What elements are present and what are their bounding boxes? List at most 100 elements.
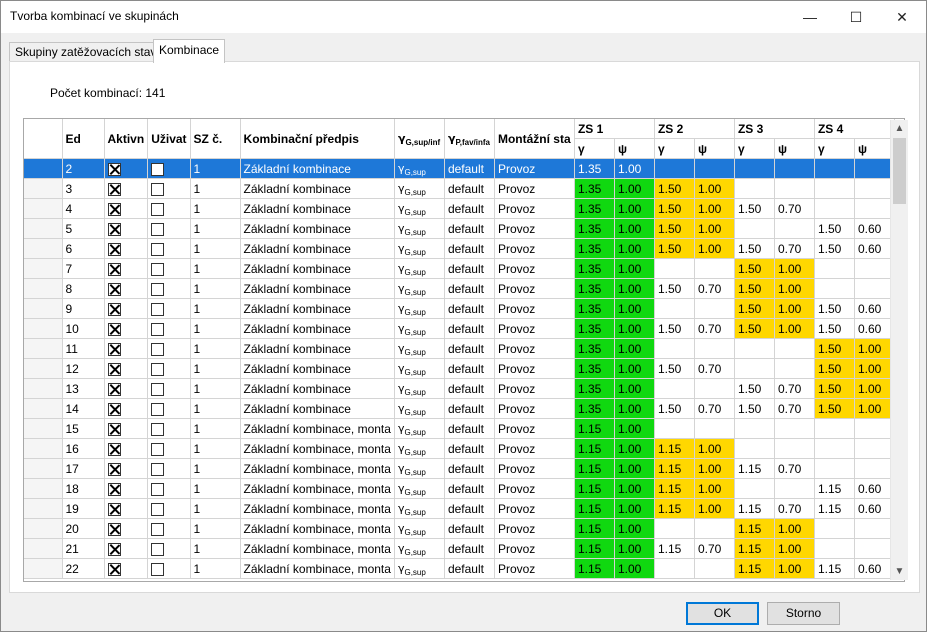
cell-zs2-psi[interactable] xyxy=(694,258,735,279)
cell-zs3-psi[interactable]: 0.70 xyxy=(774,498,815,519)
cell-zs1-psi[interactable]: 1.00 xyxy=(614,238,655,259)
cell-zs2-gamma[interactable]: 1.50 xyxy=(654,358,695,379)
cell-zs2-gamma[interactable] xyxy=(654,258,695,279)
cell-zs1-psi[interactable]: 1.00 xyxy=(614,258,655,279)
cell-zs4-gamma[interactable]: 1.50 xyxy=(814,358,855,379)
row-header[interactable] xyxy=(24,258,63,279)
cell-zs3-psi[interactable]: 0.70 xyxy=(774,458,815,479)
active-checkbox[interactable] xyxy=(107,562,121,576)
col-gamma[interactable]: γ xyxy=(734,138,775,159)
cell-zs3-psi[interactable] xyxy=(774,338,815,359)
cell-active[interactable] xyxy=(104,458,149,479)
active-checkbox[interactable] xyxy=(107,422,121,436)
cell-zs4-psi[interactable] xyxy=(854,158,895,179)
cell-zs3-psi[interactable]: 1.00 xyxy=(774,558,815,579)
col-gamma-p[interactable]: γP,fav/infa xyxy=(444,119,495,159)
row-header[interactable] xyxy=(24,338,63,359)
cell-user[interactable] xyxy=(147,178,191,199)
cell-zs3-psi[interactable]: 1.00 xyxy=(774,518,815,539)
cell-active[interactable] xyxy=(104,358,149,379)
cell-zs2-psi[interactable]: 1.00 xyxy=(694,198,735,219)
user-checkbox[interactable] xyxy=(151,402,165,416)
cell-zs1-gamma[interactable]: 1.15 xyxy=(574,558,615,579)
col-rule[interactable]: Kombinační předpis xyxy=(240,119,395,159)
table-row[interactable]: 5 1 Základní kombinace γG,sup default Provoz 1… xyxy=(24,218,895,239)
cell-active[interactable] xyxy=(104,478,149,499)
cell-zs4-psi[interactable]: 1.00 xyxy=(854,338,895,359)
combinations-grid[interactable]: Ed Aktivn Uživat SZ č. Kombinační předpi… xyxy=(23,118,905,582)
table-row[interactable]: 2 1 Základní kombinace γG,sup default Provoz 1… xyxy=(24,158,895,179)
cell-zs4-psi[interactable]: 1.00 xyxy=(854,358,895,379)
cell-zs4-psi[interactable]: 0.60 xyxy=(854,498,895,519)
cell-zs4-gamma[interactable] xyxy=(814,538,855,559)
cell-active[interactable] xyxy=(104,238,149,259)
cell-zs3-gamma[interactable] xyxy=(734,358,775,379)
cell-zs3-gamma[interactable] xyxy=(734,478,775,499)
table-row[interactable]: 16 1 Základní kombinace, monta γG,sup defaul… xyxy=(24,438,895,459)
table-row[interactable]: 12 1 Základní kombinace γG,sup default Provoz… xyxy=(24,358,895,379)
active-checkbox[interactable] xyxy=(107,182,121,196)
cell-zs3-psi[interactable] xyxy=(774,478,815,499)
col-mont[interactable]: Montážní sta xyxy=(494,119,575,159)
cell-zs1-psi[interactable]: 1.00 xyxy=(614,378,655,399)
row-header[interactable] xyxy=(24,198,63,219)
col-group-zs2[interactable]: ZS 2 xyxy=(654,119,735,139)
cell-zs3-gamma[interactable]: 1.50 xyxy=(734,278,775,299)
cell-zs3-gamma[interactable]: 1.15 xyxy=(734,498,775,519)
cell-zs4-gamma[interactable] xyxy=(814,278,855,299)
active-checkbox[interactable] xyxy=(107,402,121,416)
chevron-down-icon[interactable]: ▼ xyxy=(891,563,908,580)
row-header[interactable] xyxy=(24,178,63,199)
cell-active[interactable] xyxy=(104,198,149,219)
cell-zs1-gamma[interactable]: 1.35 xyxy=(574,198,615,219)
cell-zs4-psi[interactable] xyxy=(854,438,895,459)
cell-zs3-psi[interactable]: 0.70 xyxy=(774,398,815,419)
cell-active[interactable] xyxy=(104,258,149,279)
close-icon[interactable]: ✕ xyxy=(879,1,925,33)
row-header[interactable] xyxy=(24,358,63,379)
cell-zs1-psi[interactable]: 1.00 xyxy=(614,418,655,439)
cell-zs2-gamma[interactable] xyxy=(654,298,695,319)
row-header[interactable] xyxy=(24,238,63,259)
cell-user[interactable] xyxy=(147,498,191,519)
cell-zs3-gamma[interactable]: 1.15 xyxy=(734,558,775,579)
tab-combinations[interactable]: Kombinace xyxy=(153,39,226,63)
active-checkbox[interactable] xyxy=(107,282,121,296)
active-checkbox[interactable] xyxy=(107,462,121,476)
row-header[interactable] xyxy=(24,538,63,559)
user-checkbox[interactable] xyxy=(151,382,165,396)
cell-zs4-gamma[interactable]: 1.50 xyxy=(814,218,855,239)
cell-zs3-psi[interactable]: 1.00 xyxy=(774,258,815,279)
cell-user[interactable] xyxy=(147,158,191,179)
cell-zs2-gamma[interactable] xyxy=(654,338,695,359)
cell-zs2-psi[interactable]: 0.70 xyxy=(694,398,735,419)
cell-zs1-gamma[interactable]: 1.15 xyxy=(574,478,615,499)
cell-zs4-psi[interactable]: 0.60 xyxy=(854,298,895,319)
cell-zs2-gamma[interactable] xyxy=(654,418,695,439)
cell-zs2-gamma[interactable]: 1.50 xyxy=(654,318,695,339)
cell-zs1-psi[interactable]: 1.00 xyxy=(614,478,655,499)
cell-zs2-gamma[interactable]: 1.15 xyxy=(654,438,695,459)
cell-active[interactable] xyxy=(104,438,149,459)
cell-zs1-gamma[interactable]: 1.15 xyxy=(574,538,615,559)
cell-zs2-gamma[interactable] xyxy=(654,158,695,179)
col-user[interactable]: Uživat xyxy=(147,119,191,159)
cell-zs4-psi[interactable] xyxy=(854,178,895,199)
cell-zs4-psi[interactable] xyxy=(854,258,895,279)
col-ed[interactable]: Ed xyxy=(62,119,105,159)
cell-zs4-psi[interactable] xyxy=(854,518,895,539)
cell-zs4-gamma[interactable]: 1.15 xyxy=(814,478,855,499)
chevron-up-icon[interactable]: ▲ xyxy=(891,120,908,137)
cell-zs4-gamma[interactable]: 1.50 xyxy=(814,238,855,259)
row-header[interactable] xyxy=(24,478,63,499)
cell-zs4-gamma[interactable]: 1.50 xyxy=(814,378,855,399)
cell-zs1-gamma[interactable]: 1.15 xyxy=(574,498,615,519)
active-checkbox[interactable] xyxy=(107,522,121,536)
cell-zs3-gamma[interactable] xyxy=(734,178,775,199)
cell-active[interactable] xyxy=(104,218,149,239)
col-group-zs4[interactable]: ZS 4 xyxy=(814,119,895,139)
cell-zs4-psi[interactable] xyxy=(854,538,895,559)
user-checkbox[interactable] xyxy=(151,542,165,556)
cell-user[interactable] xyxy=(147,258,191,279)
cell-user[interactable] xyxy=(147,438,191,459)
